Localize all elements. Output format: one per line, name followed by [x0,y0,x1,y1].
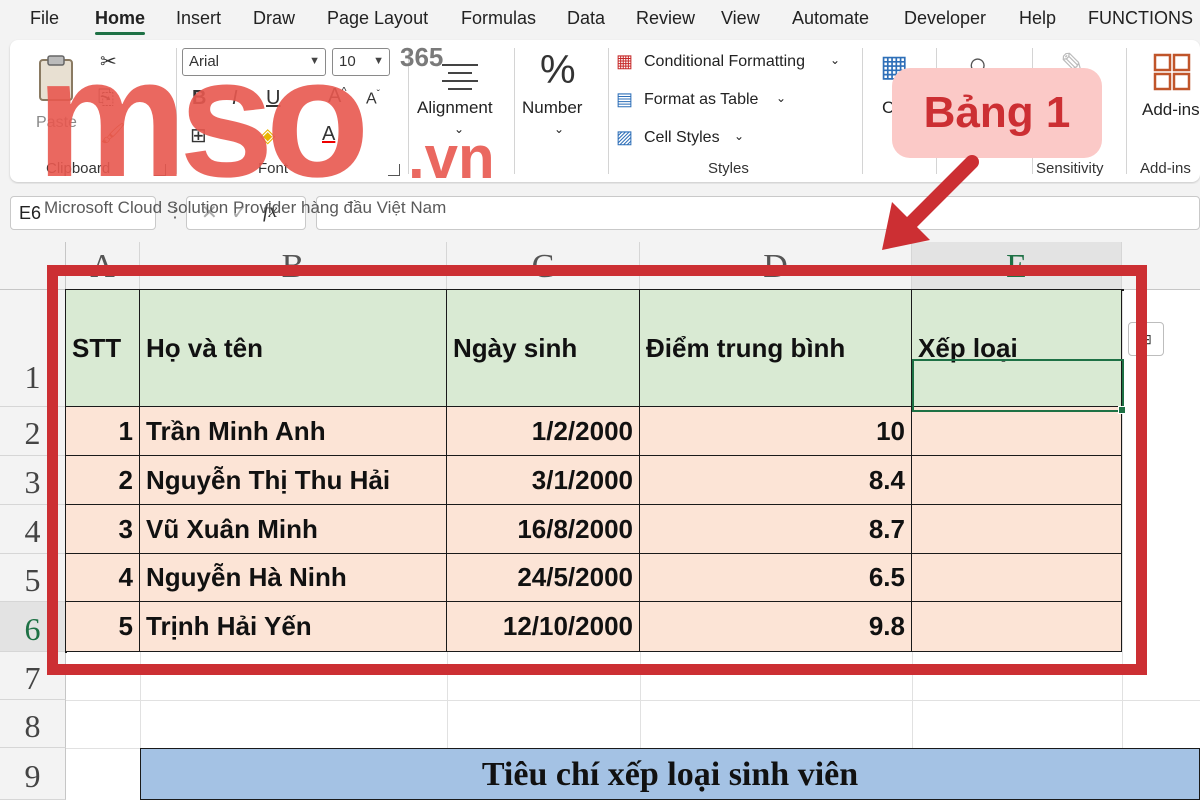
conditional-formatting-button[interactable]: ▦ Conditional Formatting ⌄ [616,50,848,76]
callout-text: Bảng 1 [923,88,1071,137]
format-table-icon: ▤ [616,89,634,109]
gridline [66,700,1200,701]
criteria-title-cell[interactable]: Tiêu chí xếp loại sinh viên [140,748,1200,800]
sensitivity-group-label: Sensitivity [1036,160,1104,177]
ribbon-tabs: File Home Insert Draw Page Layout Formul… [0,0,1200,38]
tab-help[interactable]: Help [1019,8,1056,29]
chevron-down-icon: ⌄ [830,53,841,67]
cell-styles-button[interactable]: ▨ Cell Styles ⌄ [616,126,756,152]
add-ins-icon [1153,53,1191,91]
chevron-down-icon: ⌄ [554,122,565,136]
name-box-value: E6 [19,203,42,223]
cell-styles-icon: ▨ [616,127,634,147]
tab-home[interactable]: Home [95,8,146,35]
tab-draw[interactable]: Draw [253,8,295,29]
percent-icon: % [540,48,576,92]
styles-group-label: Styles [708,160,749,177]
tab-formulas[interactable]: Formulas [461,8,536,29]
formula-input[interactable] [316,196,1200,230]
tab-automate[interactable]: Automate [792,8,869,29]
format-as-table-button[interactable]: ▤ Format as Table ⌄ [616,88,796,114]
tab-page-layout[interactable]: Page Layout [327,8,428,29]
criteria-title: Tiêu chí xếp loại sinh viên [481,756,859,793]
format-as-table-label: Format as Table [644,91,759,108]
svg-text:mso: mso [36,38,364,198]
separator [862,48,863,174]
chevron-down-icon: ⌄ [776,91,787,105]
callout-arrow-icon [882,155,979,250]
tab-data[interactable]: Data [567,8,605,29]
tab-review[interactable]: Review [636,8,695,29]
separator [1126,48,1127,174]
add-ins-group-label: Add-ins [1140,160,1191,177]
number-button[interactable]: % Number ⌄ [518,48,602,148]
svg-text:.vn: .vn [408,124,495,191]
row-header-8[interactable]: 8 [0,700,66,748]
conditional-formatting-icon: ▦ [616,51,634,71]
conditional-formatting-label: Conditional Formatting [644,53,805,70]
tab-file[interactable]: File [30,8,59,29]
tab-insert[interactable]: Insert [176,8,221,29]
number-label: Number [522,98,583,117]
separator [608,48,609,174]
highlight-frame [47,265,1147,675]
add-ins-label: Add-ins [1142,100,1200,119]
separator [514,48,515,174]
tab-functions[interactable]: FUNCTIONS [1088,8,1193,29]
callout-label: Bảng 1 [892,68,1102,158]
logo-badge: 365 [400,42,444,72]
excel-window: File Home Insert Draw Page Layout Formul… [0,0,1200,800]
chevron-down-icon: ⌄ [734,129,745,143]
cell-styles-label: Cell Styles [644,129,720,146]
row-header-9[interactable]: 9 [0,748,66,800]
watermark-tagline: Microsoft Cloud Solution Provider hàng đ… [44,198,447,217]
add-ins-button[interactable]: Add-ins [1132,48,1200,148]
tab-view[interactable]: View [721,8,760,29]
tab-developer[interactable]: Developer [904,8,986,29]
